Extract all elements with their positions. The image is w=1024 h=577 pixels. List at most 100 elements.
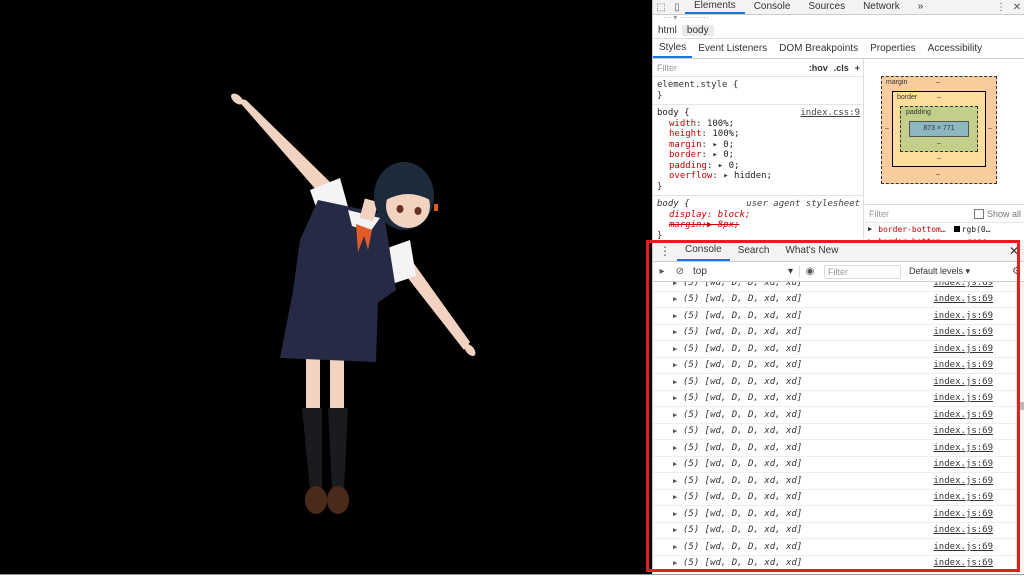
tab-accessibility[interactable]: Accessibility: [922, 39, 988, 58]
source-location-link[interactable]: index.js:69: [933, 476, 1017, 486]
margin-top-value[interactable]: –: [936, 79, 940, 86]
drawer-menu-icon[interactable]: ⋮: [653, 244, 677, 258]
overridden-css-property[interactable]: margin:▶ 8px;: [657, 220, 859, 231]
source-location-link[interactable]: index.js:69: [933, 294, 1017, 304]
computed-filter-input[interactable]: Filter: [865, 209, 974, 219]
console-message-row[interactable]: ▶ (5) [wd, D, D, xd, xd] index.js:69: [653, 424, 1017, 440]
tab-styles[interactable]: Styles: [653, 39, 693, 58]
expand-arrow-icon[interactable]: ▸: [712, 140, 717, 150]
device-toolbar-icon[interactable]: ▯: [669, 2, 685, 13]
scrollbar-thumb[interactable]: [1018, 402, 1024, 410]
source-location-link[interactable]: index.js:69: [933, 344, 1017, 354]
console-message-row[interactable]: ▶ (5) [wd, D, D, xd, xd] index.js:69: [653, 358, 1017, 374]
tab-dom-breakpoints[interactable]: DOM Breakpoints: [773, 39, 864, 58]
expand-arrow-icon[interactable]: ▸: [723, 171, 728, 181]
drawer-tab-console[interactable]: Console: [677, 241, 730, 261]
cls-toggle[interactable]: .cls: [831, 63, 852, 73]
source-location-link[interactable]: index.js:69: [933, 525, 1017, 535]
expand-arrow-icon[interactable]: ▶: [673, 510, 683, 518]
expand-arrow-icon[interactable]: ▶: [673, 378, 683, 386]
expand-arrow-icon[interactable]: ▶: [673, 444, 683, 452]
close-devtools-icon[interactable]: ✕: [1009, 2, 1024, 13]
source-location-link[interactable]: index.js:69: [933, 393, 1017, 403]
css-property[interactable]: width: 100%;: [657, 119, 859, 130]
expand-arrow-icon[interactable]: ▶: [673, 394, 683, 402]
log-levels-dropdown[interactable]: Default levels ▾: [909, 266, 970, 277]
console-message-row[interactable]: ▶ (5) [wd, D, D, xd, xd] index.js:69: [653, 282, 1017, 292]
source-location-link[interactable]: index.js:69: [933, 558, 1017, 568]
expand-arrow-icon[interactable]: ▶: [673, 345, 683, 353]
expand-arrow-icon[interactable]: ▶: [673, 427, 683, 435]
close-drawer-icon[interactable]: ✕: [1009, 244, 1024, 258]
box-model-padding[interactable]: padding – 873 × 771: [900, 106, 978, 152]
tab-console[interactable]: Console: [745, 0, 800, 14]
show-all-checkbox[interactable]: [973, 208, 984, 219]
source-location-link[interactable]: index.js:69: [933, 509, 1017, 519]
css-property[interactable]: height: 100%;: [657, 129, 859, 140]
expand-arrow-icon[interactable]: ▶: [673, 361, 683, 369]
kebab-menu-icon[interactable]: ⋮: [993, 2, 1009, 13]
body-css-rule[interactable]: body { index.css:9 width: 100%; height: …: [653, 105, 863, 196]
breadcrumb-body[interactable]: body: [681, 24, 714, 36]
expand-arrow-icon[interactable]: ▸: [718, 161, 723, 171]
tab-elements[interactable]: Elements: [685, 0, 745, 14]
console-message-row[interactable]: ▶ (5) [wd, D, D, xd, xd] index.js:69: [653, 374, 1017, 391]
console-message-row[interactable]: ▶ (5) [wd, D, D, xd, xd] index.js:69: [653, 292, 1017, 308]
source-location-link[interactable]: index.js:69: [933, 410, 1017, 420]
console-message-row[interactable]: ▶ (5) [wd, D, D, xd, xd] index.js:69: [653, 391, 1017, 407]
css-property[interactable]: padding: ▸ 0;: [657, 161, 859, 172]
console-message-row[interactable]: ▶ (5) [wd, D, D, xd, xd] index.js:69: [653, 473, 1017, 490]
box-model-content-size[interactable]: 873 × 771: [909, 121, 969, 137]
breadcrumb-html[interactable]: html: [653, 25, 682, 36]
expand-arrow-icon[interactable]: ▶: [673, 295, 683, 303]
computed-row[interactable]: ▶ border-bottom… rgb(0…: [865, 223, 1024, 235]
padding-bottom-value[interactable]: –: [937, 140, 941, 147]
expand-arrow-icon[interactable]: ▶: [673, 312, 683, 320]
tab-event-listeners[interactable]: Event Listeners: [692, 39, 773, 58]
source-location-link[interactable]: index.js:69: [933, 492, 1017, 502]
source-location-link[interactable]: index.js:69: [933, 282, 1017, 288]
border-bottom-value[interactable]: –: [937, 155, 941, 162]
inspect-icon[interactable]: ⬚: [653, 2, 669, 13]
styles-filter-input[interactable]: Filter: [653, 63, 806, 73]
source-location-link[interactable]: index.js:69: [933, 377, 1017, 387]
source-location-link[interactable]: index.js:69: [933, 327, 1017, 337]
rule-source-link[interactable]: index.css:9: [800, 108, 860, 119]
console-message-row[interactable]: ▶ (5) [wd, D, D, xd, xd] index.js:69: [653, 457, 1017, 473]
element-style-rule[interactable]: element.style { }: [653, 77, 863, 105]
drawer-tab-whats-new[interactable]: What's New: [777, 241, 846, 261]
console-message-row[interactable]: ▶ (5) [wd, D, D, xd, xd] index.js:69: [653, 506, 1017, 523]
gear-icon[interactable]: ⚙: [1012, 266, 1024, 277]
source-location-link[interactable]: index.js:69: [933, 426, 1017, 436]
hov-toggle[interactable]: :hov: [806, 63, 831, 73]
expand-arrow-icon[interactable]: ▶: [673, 559, 683, 567]
new-rule-button[interactable]: +: [852, 63, 863, 73]
expand-arrow-icon[interactable]: ▶: [673, 411, 683, 419]
box-model-margin[interactable]: margin – – – – border – – padding – 873 …: [881, 76, 997, 184]
color-swatch[interactable]: [953, 226, 960, 232]
expand-arrow-icon[interactable]: ▶: [673, 328, 683, 336]
margin-left-value[interactable]: –: [885, 125, 889, 132]
expand-arrow-icon[interactable]: ▶: [673, 460, 683, 468]
source-location-link[interactable]: index.js:69: [933, 360, 1017, 370]
source-location-link[interactable]: index.js:69: [933, 459, 1017, 469]
expand-arrow-icon[interactable]: ▶: [673, 477, 683, 485]
css-property[interactable]: overflow: ▸ hidden;: [657, 171, 859, 182]
more-tabs-icon[interactable]: »: [909, 0, 933, 14]
console-log[interactable]: ▶ (5) [wd, D, D, xd, xd] index.js:69 ▶ (5) […: [653, 282, 1024, 573]
console-message-row[interactable]: ▶ (5) [wd, D, D, xd, xd] index.js:69: [653, 341, 1017, 358]
expand-arrow-icon[interactable]: ▶: [865, 225, 872, 233]
margin-bottom-value[interactable]: –: [936, 171, 940, 178]
console-message-row[interactable]: ▶ (5) [wd, D, D, xd, xd] index.js:69: [653, 539, 1017, 556]
user-agent-rule[interactable]: body { user agent stylesheet display: bl…: [653, 196, 863, 239]
margin-right-value[interactable]: –: [988, 125, 992, 132]
console-message-row[interactable]: ▶ (5) [wd, D, D, xd, xd] index.js:69: [653, 308, 1017, 325]
console-message-row[interactable]: ▶ (5) [wd, D, D, xd, xd] index.js:69: [653, 523, 1017, 539]
console-message-row[interactable]: ▶ (5) [wd, D, D, xd, xd] index.js:69: [653, 407, 1017, 424]
source-location-link[interactable]: index.js:69: [933, 311, 1017, 321]
console-message-row[interactable]: ▶ (5) [wd, D, D, xd, xd] index.js:69: [653, 490, 1017, 506]
css-property[interactable]: border: ▸ 0;: [657, 150, 859, 161]
console-message-row[interactable]: ▶ (5) [wd, D, D, xd, xd] index.js:69: [653, 556, 1017, 572]
webgl-canvas[interactable]: [0, 0, 652, 574]
source-location-link[interactable]: index.js:69: [933, 443, 1017, 453]
